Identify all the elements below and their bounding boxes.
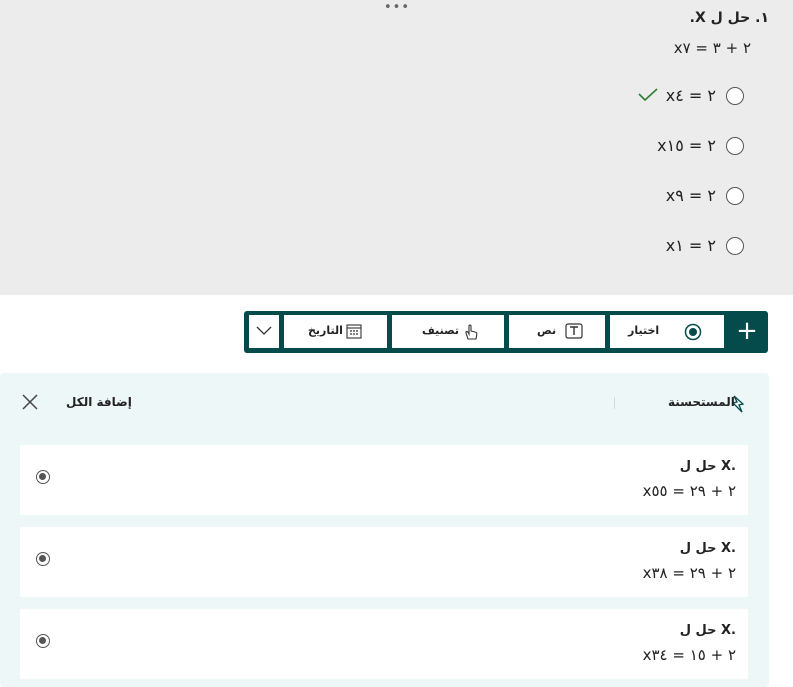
suggestion-card[interactable]: حل ل X. x٢ + ٢٩ = ٥٥ [20,445,748,515]
radio-icon [36,552,50,566]
add-question-button[interactable]: + [726,311,768,353]
option-row[interactable]: x٢ = ٤ [620,85,780,109]
option-text: x٢ = ٩ [665,186,716,205]
add-all-button[interactable]: إضافة الكل [66,395,132,409]
option-text: x٢ = ١٥ [657,136,716,155]
choice-label: اختيار [628,324,660,337]
date-button[interactable]: التاريخ [284,315,387,348]
check-icon [638,88,658,102]
question-equation: x٢ + ٣ = ٧ [673,39,751,57]
suggestions-title: المستحسنة [668,395,735,409]
choice-button[interactable]: اختيار [610,315,724,348]
question-card: ••• ١. حل ل X. x٢ + ٣ = ٧ x٢ = ٤ x٢ = ١٥… [0,0,793,295]
radio-icon [36,470,50,484]
rating-label: تصنيف [422,324,460,337]
radio-choice-icon [684,323,702,341]
suggestion-card[interactable]: حل ل X. x٢ + ١٥ = ٣٤ [20,609,748,679]
suggestion-title: حل ل X. [679,623,736,638]
suggestion-equation: x٢ + ٢٩ = ٥٥ [642,482,736,500]
text-label: نص [537,324,557,337]
more-options-handle[interactable]: ••• [384,0,410,15]
hand-rating-icon [465,324,478,340]
text-button[interactable]: نص [509,315,605,348]
calendar-icon [346,324,362,339]
suggestion-equation: x٢ + ١٥ = ٣٤ [642,646,736,664]
option-row[interactable]: x٢ = ٩ [620,185,780,209]
close-icon[interactable] [22,394,38,410]
chevron-down-icon [256,326,272,335]
suggestion-equation: x٢ + ٢٩ = ٣٨ [642,564,736,582]
suggestion-title: حل ل X. [679,459,736,474]
divider [614,397,615,409]
option-radio[interactable] [726,87,744,105]
add-question-toolbar: + اختيار نص تصنيف التاريخ [244,311,768,353]
text-box-icon [565,323,583,339]
option-radio[interactable] [726,237,744,255]
option-radio[interactable] [726,187,744,205]
suggestion-card[interactable]: حل ل X. x٢ + ٢٩ = ٣٨ [20,527,748,597]
radio-icon [36,634,50,648]
suggestion-title: حل ل X. [679,541,736,556]
more-types-button[interactable] [249,315,279,348]
option-radio[interactable] [726,137,744,155]
option-text: x٢ = ٤ [665,86,716,105]
suggestions-panel: المستحسنة إضافة الكل حل ل X. x٢ + ٢٩ = ٥… [0,373,769,687]
option-row[interactable]: x٢ = ١ [620,235,780,259]
date-label: التاريخ [308,324,343,337]
rating-button[interactable]: تصنيف [392,315,504,348]
question-title: ١. حل ل X. [689,10,769,26]
option-row[interactable]: x٢ = ١٥ [620,135,780,159]
option-text: x٢ = ١ [665,236,716,255]
